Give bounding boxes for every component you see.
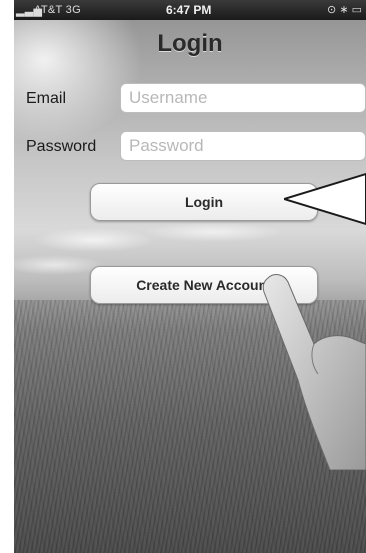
- pointing-hand-icon: [262, 274, 366, 470]
- email-label: Email: [26, 90, 67, 107]
- phone-screen: ▂▃▅ AT&T 3G 6:47 PM ⊙ ∗ ▭ Login Email Pa…: [14, 0, 366, 553]
- password-label: Password: [26, 138, 97, 155]
- status-bar: ▂▃▅ AT&T 3G 6:47 PM ⊙ ∗ ▭: [14, 0, 366, 20]
- callout-pointer-icon: [284, 172, 366, 226]
- password-field[interactable]: [120, 131, 366, 161]
- page-title: Login: [157, 30, 223, 57]
- email-field[interactable]: [120, 83, 366, 113]
- battery-icon: ⊙ ∗ ▭: [327, 4, 362, 16]
- carrier-label: AT&T 3G: [34, 4, 81, 16]
- clock: 6:47 PM: [166, 3, 212, 17]
